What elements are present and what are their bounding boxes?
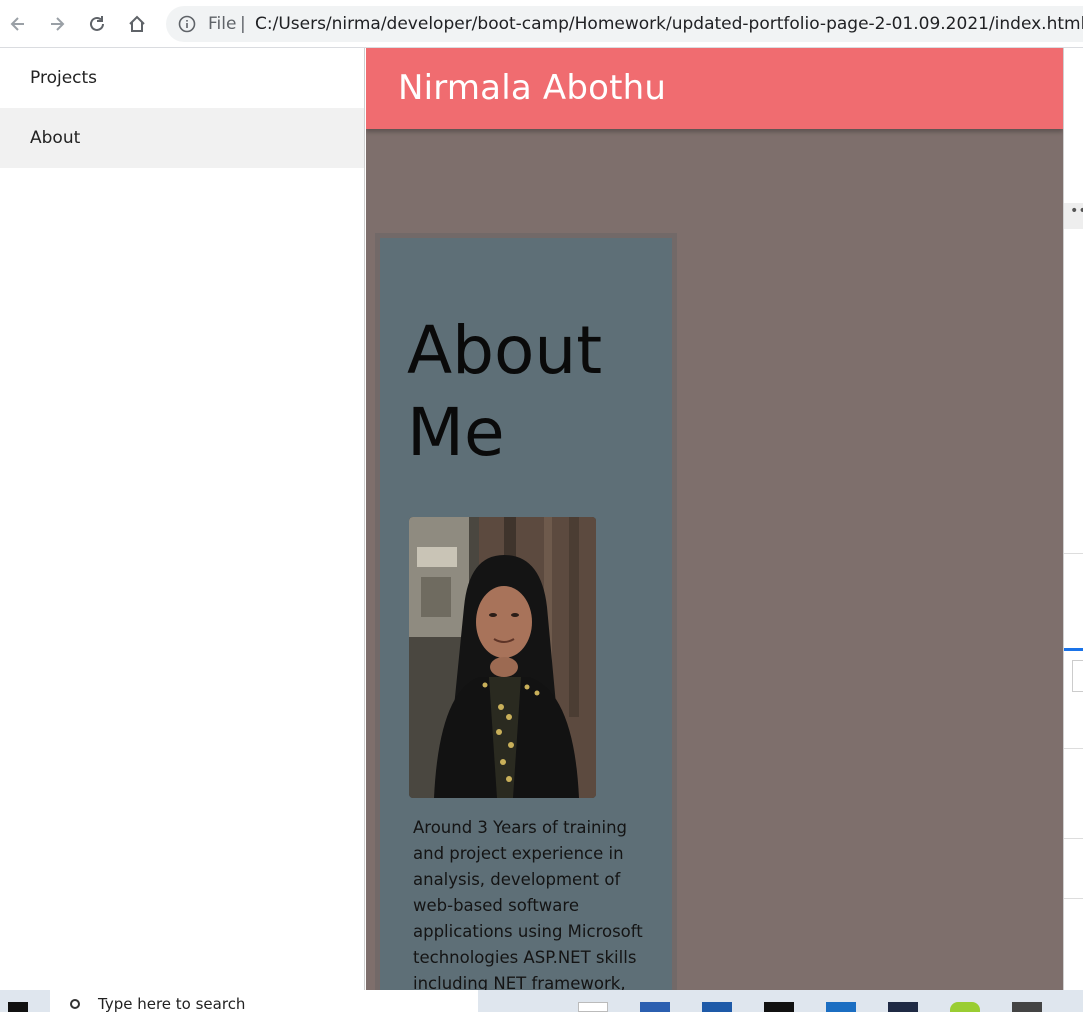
browser-toolbar: File | C:/Users/nirma/developer/boot-cam…: [0, 0, 1083, 48]
forward-button[interactable]: [43, 10, 71, 38]
app-icon[interactable]: [1012, 1002, 1042, 1012]
info-icon[interactable]: [178, 15, 196, 33]
devtools-panel[interactable]: ••: [1063, 48, 1083, 990]
home-icon: [129, 15, 145, 32]
site-header: Nirmala Abothu: [366, 48, 1063, 129]
app-icon[interactable]: [578, 1002, 608, 1012]
divider: [1064, 898, 1083, 899]
side-nav: Projects About: [0, 48, 365, 990]
forward-arrow-icon: [51, 17, 65, 31]
profile-photo: [409, 517, 596, 798]
side-nav-item-about[interactable]: About: [0, 108, 364, 168]
side-nav-item-projects[interactable]: Projects: [0, 48, 364, 108]
home-button[interactable]: [123, 10, 151, 38]
devtools-drag-handle[interactable]: ••: [1064, 203, 1083, 229]
app-icon[interactable]: [764, 1002, 794, 1012]
back-arrow-icon: [10, 17, 24, 31]
about-section: About Me Around 3 Years of training and …: [375, 233, 677, 990]
app-icon[interactable]: [640, 1002, 670, 1012]
back-button[interactable]: [4, 10, 32, 38]
app-icon[interactable]: [950, 1002, 980, 1012]
filter-input[interactable]: [1072, 660, 1083, 692]
app-icon[interactable]: [888, 1002, 918, 1012]
taskbar-search[interactable]: Type here to search: [50, 990, 478, 1012]
divider: [1064, 838, 1083, 839]
scheme-separator: |: [240, 14, 246, 34]
search-placeholder: Type here to search: [98, 995, 246, 1012]
search-icon: [70, 999, 80, 1009]
reload-icon: [90, 16, 104, 31]
app-icon[interactable]: [702, 1002, 732, 1012]
divider: [1064, 748, 1083, 749]
start-icon[interactable]: [8, 1002, 28, 1012]
reload-button[interactable]: [83, 10, 111, 38]
os-taskbar: Type here to search: [0, 990, 1083, 1012]
scheme-label: File: [208, 14, 237, 34]
portrait-image: [409, 517, 596, 798]
app-icon[interactable]: [826, 1002, 856, 1012]
page-content: Nirmala Abothu About Me Around 3 Years o…: [366, 48, 1063, 990]
active-tab-indicator: [1064, 648, 1083, 651]
site-title[interactable]: Nirmala Abothu: [398, 68, 666, 108]
address-bar[interactable]: File | C:/Users/nirma/developer/boot-cam…: [166, 6, 1083, 42]
about-heading: About Me: [407, 312, 603, 471]
more-icon: ••: [1070, 203, 1083, 219]
about-description: Around 3 Years of training and project e…: [413, 818, 643, 990]
url-text[interactable]: C:/Users/nirma/developer/boot-camp/Homew…: [255, 14, 1083, 34]
divider: [1064, 553, 1083, 554]
